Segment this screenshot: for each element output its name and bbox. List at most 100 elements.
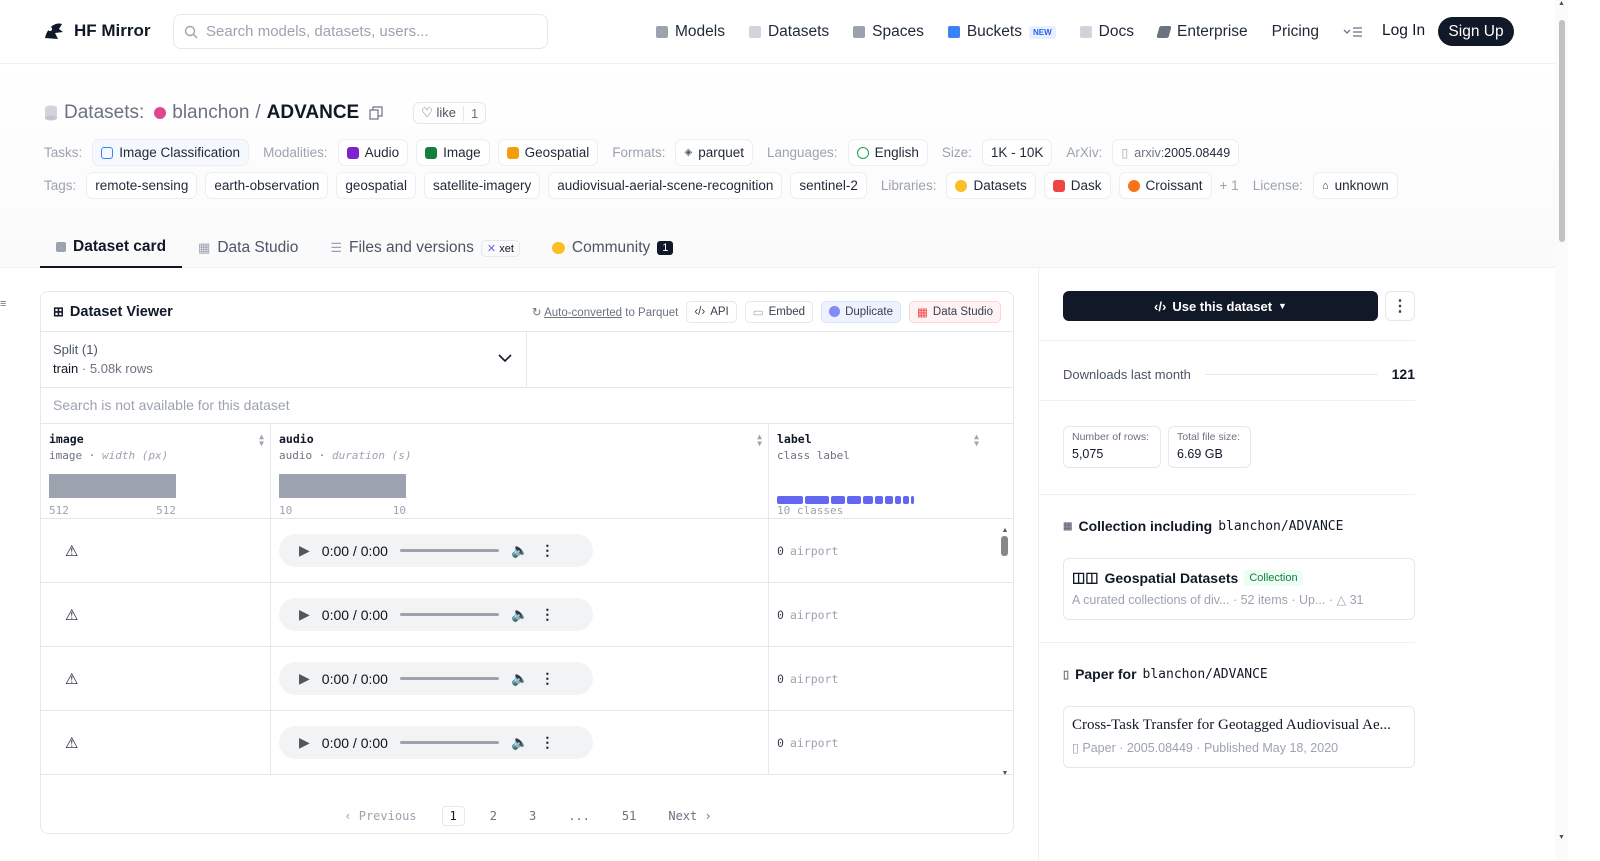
nav-datasets[interactable]: Datasets (748, 23, 829, 41)
more-vert-icon[interactable]: ⋮ (540, 542, 554, 559)
nav-docs[interactable]: Docs (1079, 23, 1134, 41)
license-chip[interactable]: ⌂ unknown (1312, 172, 1398, 199)
column-label[interactable]: label class label 10 classes ▲ ▼ (769, 424, 999, 518)
page-scroll-thumb[interactable] (1559, 20, 1565, 242)
volume-icon[interactable]: 🔈 (511, 670, 528, 687)
page-scrollbar[interactable]: ▲ ▼ (1555, 0, 1568, 861)
copy-icon[interactable] (369, 106, 383, 120)
page-1[interactable]: 1 (441, 806, 465, 826)
task-chip[interactable]: Image Classification (92, 139, 250, 166)
tab-community[interactable]: Community 1 (536, 228, 690, 268)
nav-spaces[interactable]: Spaces (853, 23, 924, 41)
audio-player[interactable]: ▶ 0:00 / 0:00 🔈 ⋮ (279, 598, 593, 631)
audio-player[interactable]: ▶ 0:00 / 0:00 🔈 ⋮ (279, 726, 593, 759)
column-image[interactable]: image image · width (px) 512 512 ▲ ▼ (41, 424, 271, 518)
format-chip[interactable]: ◈ parquet (675, 139, 753, 166)
side-toggle-icon[interactable]: ≡ (0, 298, 6, 310)
library-croissant[interactable]: Croissant (1118, 172, 1212, 199)
nav-more-menu[interactable] (1343, 26, 1363, 38)
sort-icon[interactable]: ▲ ▼ (757, 433, 762, 448)
modality-geospatial[interactable]: Geospatial (497, 139, 599, 166)
login-link[interactable]: Log In (1382, 22, 1425, 40)
sort-icon[interactable]: ▲ ▼ (974, 433, 979, 448)
modality-image[interactable]: Image (416, 139, 490, 166)
tag-chip[interactable]: audiovisual-aerial-scene-recognition (548, 172, 783, 199)
tag-chip[interactable]: remote-sensing (86, 172, 198, 199)
volume-icon[interactable]: 🔈 (511, 606, 528, 623)
embed-button[interactable]: ▭ Embed (744, 300, 814, 323)
tag-chip[interactable]: earth-observation (205, 172, 329, 199)
nav-enterprise[interactable]: Enterprise (1156, 23, 1248, 41)
auto-converted-link[interactable]: Auto-converted (544, 307, 622, 319)
volume-icon[interactable]: 🔈 (511, 542, 528, 559)
like-button[interactable]: ♡ like 1 (413, 102, 487, 124)
api-button[interactable]: ‹/› API (686, 300, 737, 323)
scroll-up-icon[interactable]: ▲ (1555, 0, 1568, 7)
scroll-down-icon[interactable]: ▼ (1555, 834, 1568, 841)
arxiv-chip[interactable]: ▯ arxiv:2005.08449 (1112, 139, 1240, 166)
more-options-button[interactable]: ⋮ (1385, 291, 1415, 321)
nav-pricing[interactable]: Pricing (1272, 23, 1319, 41)
language-chip[interactable]: English (847, 139, 928, 166)
page-51[interactable]: 51 (615, 807, 643, 825)
datasets-prefix[interactable]: Datasets: (64, 102, 144, 124)
nav-buckets[interactable]: Buckets NEW (947, 23, 1056, 41)
grid-icon (853, 26, 866, 38)
paper-card[interactable]: Cross-Task Transfer for Geotagged Audiov… (1063, 706, 1415, 768)
table-scrollbar[interactable]: ▲ ▼ (1001, 527, 1009, 777)
audio-player[interactable]: ▶ 0:00 / 0:00 🔈 ⋮ (279, 534, 593, 567)
play-icon[interactable]: ▶ (299, 606, 310, 623)
more-vert-icon[interactable]: ⋮ (540, 606, 554, 623)
tag-chip[interactable]: sentinel-2 (790, 172, 867, 199)
tab-data-studio[interactable]: ▦ Data Studio (182, 228, 314, 268)
audio-progress[interactable] (399, 549, 499, 552)
more-vert-icon[interactable]: ⋮ (540, 670, 554, 687)
tab-files-and-versions[interactable]: ☰ Files and versions ✕ xet (314, 228, 536, 268)
library-dask[interactable]: Dask (1043, 172, 1111, 199)
prev-page[interactable]: ‹ Previous (337, 807, 423, 825)
tab-dataset-card[interactable]: Dataset card (40, 228, 183, 268)
more-vert-icon[interactable]: ⋮ (540, 734, 554, 751)
owner-link[interactable]: blanchon (172, 102, 249, 124)
scroll-up-icon[interactable]: ▲ (1001, 527, 1009, 534)
nav-models[interactable]: Models (656, 23, 725, 41)
audio-progress[interactable] (399, 677, 499, 680)
tag-chip[interactable]: geospatial (336, 172, 416, 199)
upvote-icon: △ (1336, 593, 1347, 607)
library-datasets[interactable]: Datasets (946, 172, 1036, 199)
play-icon[interactable]: ▶ (299, 670, 310, 687)
column-audio[interactable]: audio audio · duration (s) 10 10 ▲ ▼ (271, 424, 769, 518)
scroll-down-icon[interactable]: ▼ (1001, 770, 1009, 777)
volume-icon[interactable]: 🔈 (511, 734, 528, 751)
image-cell[interactable]: ⚠ (41, 519, 271, 582)
libraries-more[interactable]: + 1 (1220, 178, 1239, 193)
audio-player[interactable]: ▶ 0:00 / 0:00 🔈 ⋮ (279, 662, 593, 695)
page-3[interactable]: 3 (522, 807, 543, 825)
brand-logo[interactable]: HF Mirror (42, 20, 151, 42)
image-cell[interactable]: ⚠ (41, 647, 271, 710)
modality-audio[interactable]: Audio (337, 139, 409, 166)
tag-chip[interactable]: satellite-imagery (423, 172, 541, 199)
enterprise-icon (1156, 26, 1172, 38)
image-cell[interactable]: ⚠ (41, 711, 271, 774)
split-selector[interactable]: Split (1) train · 5.08k rows (41, 332, 527, 387)
audio-progress[interactable] (399, 613, 499, 616)
owner-avatar[interactable] (154, 107, 167, 119)
play-icon[interactable]: ▶ (299, 734, 310, 751)
size-chip[interactable]: 1K - 10K (981, 139, 1053, 166)
collection-section-title: ▦ Collection including blanchon/ADVANCE (1063, 518, 1344, 534)
search-input[interactable]: Search models, datasets, users... (173, 14, 548, 49)
duplicate-button[interactable]: Duplicate (821, 300, 902, 323)
sort-icon[interactable]: ▲ ▼ (259, 433, 264, 448)
next-page[interactable]: Next › (661, 807, 718, 825)
signup-button[interactable]: Sign Up (1438, 17, 1514, 46)
play-icon[interactable]: ▶ (299, 542, 310, 559)
page-2[interactable]: 2 (483, 807, 504, 825)
use-dataset-button[interactable]: ‹/› Use this dataset ▼ (1063, 291, 1378, 321)
audio-progress[interactable] (399, 741, 499, 744)
dataset-name[interactable]: ADVANCE (267, 102, 360, 124)
image-cell[interactable]: ⚠ (41, 583, 271, 646)
data-studio-button[interactable]: ▦ Data Studio (909, 300, 1001, 323)
scroll-thumb[interactable] (1001, 536, 1008, 556)
collection-card[interactable]: ◫◫ Geospatial Datasets Collection A curate… (1063, 558, 1415, 620)
